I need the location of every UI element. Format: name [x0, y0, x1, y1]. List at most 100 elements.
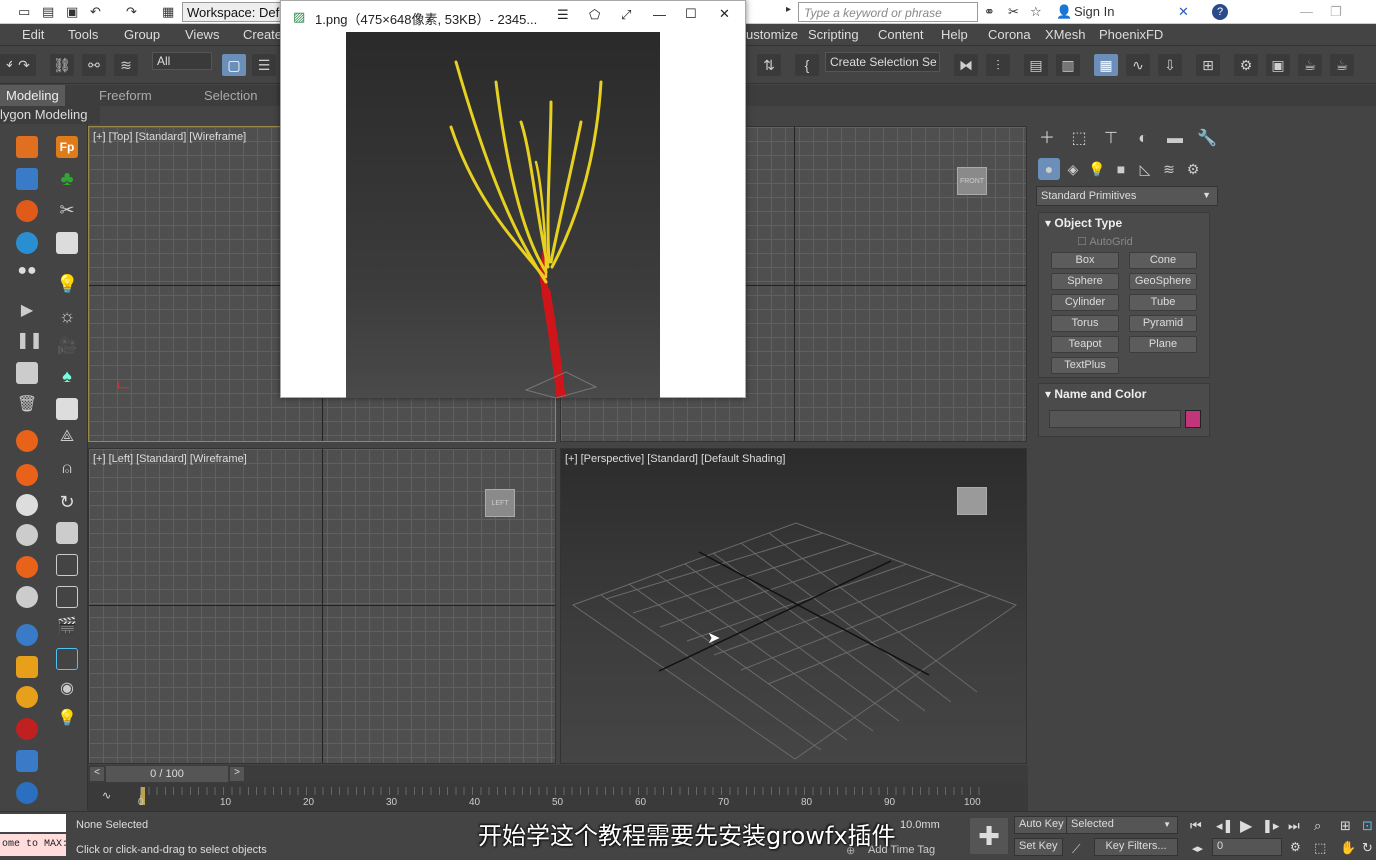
menu-create[interactable]: Create — [243, 27, 282, 42]
workspace-selector[interactable]: Workspace: Def — [182, 2, 292, 22]
render-active-icon[interactable]: ☕ — [1330, 54, 1354, 76]
bell-icon[interactable]: ⍝ — [56, 460, 78, 482]
create-tab-icon[interactable]: ＋ — [1036, 128, 1058, 150]
tornado-icon[interactable] — [16, 524, 38, 546]
swirl-icon[interactable] — [16, 782, 38, 804]
field-of-view-icon[interactable]: ⬚ — [1314, 840, 1326, 856]
menu-help[interactable]: Help — [941, 27, 968, 42]
menu-corona[interactable]: Corona — [988, 27, 1031, 42]
textplus-button[interactable]: TextPlus — [1051, 357, 1119, 374]
bulb-outline-icon[interactable]: 💡 — [56, 708, 78, 730]
object-name-input[interactable] — [1049, 410, 1181, 428]
viewport-label[interactable]: [+] [Top] [Standard] [Wireframe] — [93, 131, 246, 143]
forest-pack-icon[interactable]: Fp — [56, 136, 78, 158]
menu-content[interactable]: Content — [878, 27, 924, 42]
modify-tab-icon[interactable]: ⬚ — [1068, 128, 1090, 150]
terrain-icon[interactable] — [16, 168, 38, 190]
tree-icon[interactable]: ♣ — [56, 168, 78, 190]
redo-icon[interactable]: ↷ — [12, 54, 36, 76]
stop-icon[interactable] — [16, 362, 38, 384]
time-slider[interactable]: < 0 / 100 > — [88, 765, 1028, 783]
pour-icon[interactable] — [16, 686, 38, 708]
ruler-icon[interactable]: ⟁ — [56, 428, 78, 450]
maxscript-input[interactable] — [0, 814, 66, 832]
phoenix-icon[interactable] — [16, 464, 38, 486]
cloud-icon[interactable] — [16, 750, 38, 772]
particles-icon[interactable]: ●● — [16, 262, 38, 284]
scene-explorer-icon[interactable]: ▤ — [1024, 54, 1048, 76]
prev-frame-arrow-icon[interactable]: < — [90, 767, 104, 781]
time-config-icon[interactable]: ⚙ — [1290, 840, 1301, 854]
goto-end-icon[interactable]: ⏭ — [1288, 818, 1300, 834]
set-key-button[interactable]: Set Key — [1014, 838, 1063, 856]
snap-toggle-icon[interactable]: ⇅ — [757, 54, 781, 76]
fullscreen-icon[interactable]: ⤢ — [621, 7, 631, 23]
object-type-title[interactable]: ▾ Object Type — [1039, 213, 1209, 233]
auto-key-button[interactable]: Auto Key — [1014, 816, 1069, 834]
viewport-label[interactable]: [+] [Perspective] [Standard] [Default Sh… — [565, 453, 785, 465]
pause-icon[interactable]: ❚❚ — [16, 330, 43, 352]
menu-xmesh[interactable]: XMesh — [1045, 27, 1085, 42]
rendered-frame-icon[interactable]: ▣ — [1266, 54, 1290, 76]
next-frame-arrow-icon[interactable]: > — [230, 767, 244, 781]
set-key-big-icon[interactable]: ✚ — [970, 818, 1008, 854]
table-icon[interactable] — [56, 398, 78, 420]
minimize-icon[interactable]: — — [653, 7, 666, 22]
play-icon[interactable]: ▶ — [16, 300, 38, 322]
list-icon[interactable] — [56, 232, 78, 254]
utilities-tab-icon[interactable]: 🔧 — [1196, 128, 1218, 150]
pan-icon[interactable]: ✋ — [1340, 840, 1356, 856]
menu-views[interactable]: Views — [185, 27, 219, 42]
material-editor-icon[interactable]: ⊞ — [1196, 54, 1220, 76]
layer-explorer-icon[interactable]: ▥ — [1056, 54, 1080, 76]
cone-button[interactable]: Cone — [1129, 252, 1197, 269]
viewport-left[interactable]: [+] [Left] [Standard] [Wireframe] LEFT — [88, 448, 556, 764]
image-viewer-titlebar[interactable]: ▨ 1.png（475×648像素, 53KB）- 2345... ☰ ⬠ ⤢ … — [281, 1, 745, 32]
community-icon[interactable]: ✂ — [1008, 4, 1019, 20]
selection-set-dropdown[interactable]: Create Selection Se — [825, 52, 940, 72]
water-icon[interactable] — [16, 232, 38, 254]
orbit-icon[interactable]: ↻ — [1362, 840, 1373, 856]
geometry-icon[interactable]: ● — [1038, 158, 1060, 180]
key-filters-button[interactable]: Key Filters... — [1094, 838, 1178, 856]
key-mode-dropdown[interactable]: Selected ▼ — [1066, 816, 1178, 834]
lights-icon[interactable]: 💡 — [1086, 158, 1108, 180]
favorite-star-icon[interactable]: ☆ — [1030, 4, 1042, 20]
render-setup-icon[interactable]: ⚙ — [1234, 54, 1258, 76]
plane-button[interactable]: Plane — [1129, 336, 1197, 353]
selection-filter-dropdown[interactable]: All — [152, 52, 212, 70]
mirror-icon[interactable]: ⧓ — [954, 54, 978, 76]
restore-icon[interactable]: ❐ — [1330, 4, 1342, 20]
fume-flame-icon[interactable] — [16, 430, 38, 452]
unlink-icon[interactable]: ⚯ — [82, 54, 106, 76]
tab-modeling[interactable]: Modeling — [0, 85, 65, 106]
key-mode-toggle-icon[interactable]: ◂▸ — [1192, 842, 1203, 855]
shapes-icon[interactable]: ◈ — [1062, 158, 1084, 180]
teapot-button[interactable]: Teapot — [1051, 336, 1119, 353]
redo-icon[interactable]: ↷ — [126, 4, 137, 20]
user-icon[interactable]: 👤 — [1056, 4, 1072, 20]
fire-icon[interactable] — [16, 200, 38, 222]
menu-icon[interactable]: ☰ — [557, 7, 569, 23]
viewport-perspective[interactable]: [+] [Perspective] [Standard] [Default Sh… — [560, 448, 1027, 764]
helpers-icon[interactable]: ◺ — [1134, 158, 1156, 180]
open-file-icon[interactable]: ▤ — [42, 4, 54, 20]
goto-start-icon[interactable]: ⏮ — [1190, 818, 1202, 834]
bind-spacewarp-icon[interactable]: ≋ — [114, 54, 138, 76]
skin-icon[interactable]: ⬠ — [589, 7, 600, 23]
frame-icon[interactable] — [56, 586, 78, 608]
search-input[interactable]: Type a keyword or phrase — [798, 2, 978, 22]
rose-icon[interactable] — [16, 718, 38, 740]
cameras-icon[interactable]: ■ — [1110, 158, 1132, 180]
play-icon[interactable]: ▶ — [1240, 816, 1252, 836]
rotate-icon[interactable]: ↻ — [56, 492, 78, 514]
sphere-tool-icon[interactable] — [56, 522, 78, 544]
menu-group[interactable]: Group — [124, 27, 160, 42]
smoke-icon[interactable] — [16, 586, 38, 608]
current-frame-spinner[interactable]: 0 — [1212, 838, 1282, 856]
ribbon-toggle-icon[interactable]: ▦ — [1094, 54, 1118, 76]
help-button[interactable]: ? — [1212, 4, 1228, 20]
render-production-icon[interactable]: ☕ — [1298, 54, 1322, 76]
box-button[interactable]: Box — [1051, 252, 1119, 269]
fume-fx-icon[interactable] — [16, 136, 38, 158]
